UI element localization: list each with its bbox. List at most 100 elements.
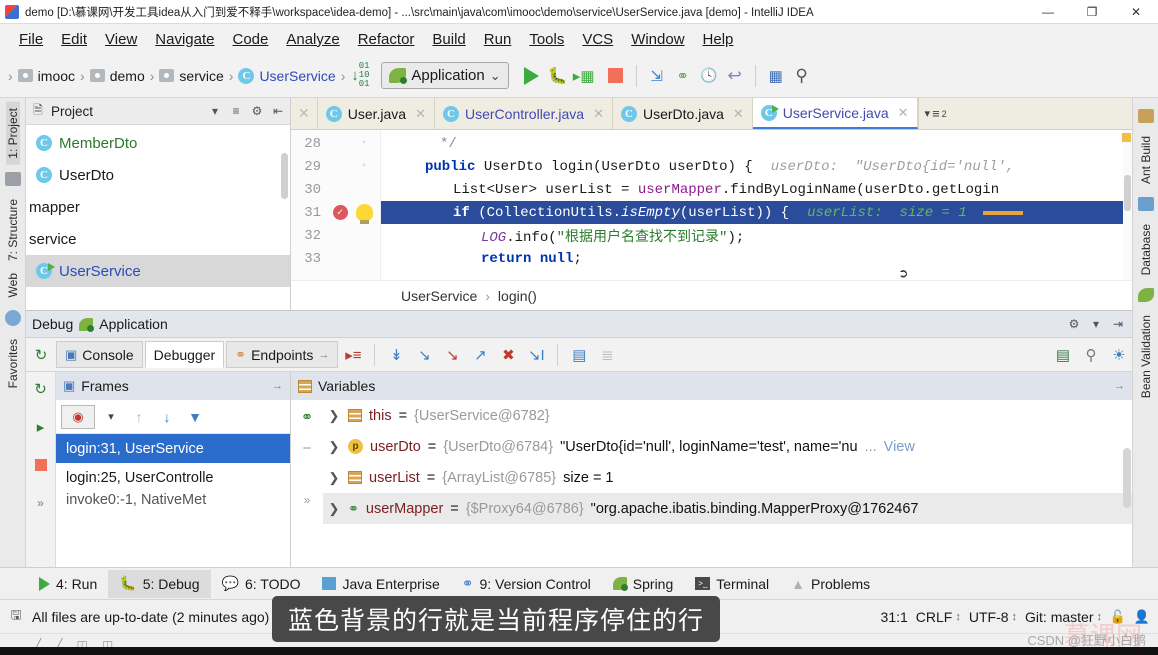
- pin-icon[interactable]: →: [1114, 380, 1125, 392]
- sidebar-item-structure[interactable]: 7: Structure: [6, 193, 20, 267]
- drop-frame-icon[interactable]: ✖: [495, 342, 521, 368]
- sort-icon[interactable]: ↓ 01 10 01: [347, 62, 373, 89]
- fold-marker[interactable]: ◦: [355, 161, 373, 172]
- encoding-selector[interactable]: UTF-8 ↕: [969, 609, 1017, 625]
- variables-scrollbar[interactable]: [1123, 400, 1131, 567]
- tree-item-userdto[interactable]: C UserDto: [26, 159, 290, 191]
- run-configuration-selector[interactable]: Application ⌄: [381, 62, 509, 89]
- filter-frames-button[interactable]: ▼: [183, 405, 207, 429]
- expand-icon[interactable]: »: [28, 490, 54, 516]
- debug-button[interactable]: 🐛: [545, 63, 571, 89]
- search-everywhere-button[interactable]: ⚲: [789, 63, 815, 89]
- tab-console[interactable]: ▣ Console: [56, 341, 143, 368]
- collapse-all-icon[interactable]: ≡: [228, 104, 244, 119]
- frame-up-button[interactable]: ↑: [127, 405, 151, 429]
- tab-user-java[interactable]: C User.java ✕: [317, 98, 435, 129]
- expander-icon[interactable]: ❯: [327, 470, 341, 486]
- tree-item-userservice[interactable]: C UserService: [26, 255, 290, 287]
- bean-icon[interactable]: [1137, 288, 1154, 303]
- tool-window-problems[interactable]: ▲ Problems: [780, 570, 881, 598]
- run-to-cursor-icon[interactable]: ↘I: [523, 342, 549, 368]
- scrollbar-thumb[interactable]: [1123, 448, 1131, 508]
- minimize-button[interactable]: —: [1026, 0, 1070, 24]
- frame-down-button[interactable]: ↓: [155, 405, 179, 429]
- expander-icon[interactable]: ❯: [327, 439, 341, 455]
- pin-icon[interactable]: →: [272, 380, 283, 392]
- force-step-into-icon[interactable]: ↘: [439, 342, 465, 368]
- menu-view[interactable]: View: [96, 29, 146, 50]
- variables-list[interactable]: ❯ this = {UserService@6782} ❯ p userDto: [323, 400, 1132, 567]
- menu-file[interactable]: File: [10, 29, 52, 50]
- menu-edit[interactable]: Edit: [52, 29, 96, 50]
- frame-row-login-25[interactable]: login:25, UserControlle: [56, 463, 290, 492]
- tree-item-memberdto[interactable]: C MemberDto: [26, 127, 290, 159]
- project-rail-icon[interactable]: [4, 171, 21, 186]
- database-button[interactable]: ▦: [763, 63, 789, 89]
- line-separator[interactable]: CRLF ↕: [916, 609, 961, 625]
- code-editor[interactable]: 28 ◦ 29 ◦ 30 31 ✓ 32 33 */ public UserDt…: [291, 130, 1132, 280]
- project-scrollbar[interactable]: [281, 153, 288, 199]
- remove-watch-icon[interactable]: −: [303, 440, 312, 457]
- rerun-icon[interactable]: ↻: [28, 376, 54, 402]
- breadcrumb-demo[interactable]: demo: [87, 68, 148, 84]
- expander-icon[interactable]: ❯: [327, 501, 341, 517]
- vcs-rollback-button[interactable]: ↩: [722, 63, 748, 89]
- breakpoint-marker[interactable]: ✓: [325, 205, 355, 220]
- tool-window-debug[interactable]: 🐛 5: Debug: [108, 569, 211, 598]
- tree-item-service[interactable]: service: [26, 223, 290, 255]
- variable-row-userlist[interactable]: ❯ userList = {ArrayList@6785} size = 1: [323, 462, 1132, 493]
- tab-endpoints[interactable]: ⚭ Endpoints →: [226, 341, 339, 368]
- close-button[interactable]: ✕: [1114, 0, 1158, 24]
- menu-tools[interactable]: Tools: [520, 29, 573, 50]
- menu-window[interactable]: Window: [622, 29, 693, 50]
- chevron-down-icon[interactable]: ▾: [1088, 317, 1104, 332]
- settings-icon[interactable]: ☀: [1106, 342, 1132, 368]
- hide-panel-icon[interactable]: ⇥: [1110, 317, 1126, 332]
- rerun-icon[interactable]: ↻: [28, 342, 54, 368]
- close-icon[interactable]: ✕: [593, 106, 604, 122]
- tab-debugger[interactable]: Debugger: [144, 341, 225, 368]
- run-coverage-button[interactable]: ▸▦: [571, 63, 597, 89]
- variable-row-this[interactable]: ❯ this = {UserService@6782}: [323, 400, 1132, 431]
- editor-gutter[interactable]: 28 ◦ 29 ◦ 30 31 ✓ 32 33: [291, 130, 381, 280]
- step-out-icon[interactable]: ↗: [467, 342, 493, 368]
- menu-build[interactable]: Build: [423, 29, 474, 50]
- stop-button[interactable]: [603, 63, 629, 89]
- vcs-commit-button[interactable]: ⚭: [670, 63, 696, 89]
- more-icon[interactable]: »: [304, 493, 311, 507]
- tool-window-spring[interactable]: Spring: [602, 570, 684, 598]
- breadcrumb-class[interactable]: UserService: [401, 288, 477, 304]
- settings-gear-icon[interactable]: ⚙: [249, 104, 265, 119]
- web-rail-icon[interactable]: [4, 310, 21, 327]
- fold-marker[interactable]: ◦: [355, 138, 373, 149]
- sidebar-item-web[interactable]: Web: [6, 267, 20, 303]
- scrollbar-thumb[interactable]: [1124, 175, 1131, 211]
- database-icon[interactable]: [1137, 197, 1154, 212]
- close-icon[interactable]: ✕: [733, 106, 744, 122]
- close-icon[interactable]: ✕: [415, 106, 426, 122]
- expander-icon[interactable]: ❯: [327, 408, 341, 424]
- menu-help[interactable]: Help: [694, 29, 743, 50]
- maximize-button[interactable]: ❐: [1070, 0, 1114, 24]
- menu-run[interactable]: Run: [475, 29, 521, 50]
- chevron-down-icon[interactable]: ▾: [207, 104, 223, 119]
- thread-dropdown-button[interactable]: ▾: [99, 405, 123, 429]
- variable-row-usermapper[interactable]: ❯ ⚭ userMapper = {$Proxy64@6786} "org.ap…: [323, 493, 1132, 524]
- tool-window-todo[interactable]: 💬 6: TODO: [211, 570, 312, 598]
- view-breakpoints-icon[interactable]: ⚲: [1078, 342, 1104, 368]
- new-watch-icon[interactable]: ⚭: [301, 408, 314, 426]
- pin-icon[interactable]: →: [318, 349, 329, 361]
- menu-vcs[interactable]: VCS: [573, 29, 622, 50]
- menu-analyze[interactable]: Analyze: [277, 29, 348, 50]
- tab-list-button[interactable]: ▾ ≡ 2: [917, 98, 953, 129]
- vcs-update-button[interactable]: ⇲: [644, 63, 670, 89]
- tool-window-java-enterprise[interactable]: Java Enterprise: [311, 570, 450, 598]
- run-button[interactable]: [519, 63, 545, 89]
- sidebar-item-bean-validation[interactable]: Bean Validation: [1139, 309, 1153, 404]
- tab-userdto-java[interactable]: C UserDto.java ✕: [612, 98, 753, 129]
- tab-usercontroller-java[interactable]: C UserController.java ✕: [435, 98, 613, 129]
- editor-scrollbar[interactable]: [1122, 130, 1132, 280]
- show-execution-point-icon[interactable]: ▸≡: [340, 342, 366, 368]
- vcs-history-button[interactable]: 🕓: [696, 63, 722, 89]
- step-into-icon[interactable]: ↘: [411, 342, 437, 368]
